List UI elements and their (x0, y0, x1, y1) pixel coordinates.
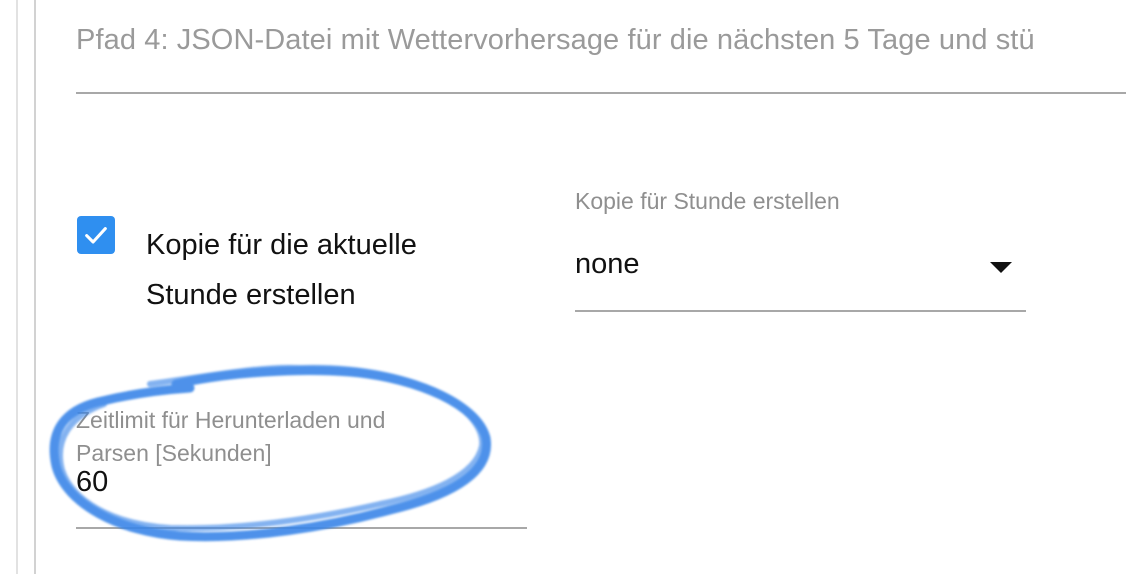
timeout-label: Zeitlimit für Herunterladen und Parsen [… (76, 407, 386, 466)
copy-current-hour-label[interactable]: Kopie für die aktuelle Stunde erstellen (146, 220, 476, 320)
copy-hour-select-label: Kopie für Stunde erstellen (575, 188, 840, 214)
timeout-value[interactable]: 60 (76, 466, 108, 499)
dropdown-arrow-icon[interactable] (990, 262, 1012, 273)
copy-hour-select[interactable]: Kopie für Stunde erstellen none (575, 188, 1026, 313)
timeout-underline (76, 527, 527, 529)
left-border-outer (16, 0, 18, 574)
check-icon (85, 227, 107, 244)
path-4-field[interactable]: Pfad 4: JSON-Datei mit Wettervorhersage … (76, 0, 1126, 95)
copy-hour-select-underline (575, 310, 1026, 312)
timeout-field[interactable]: Zeitlimit für Herunterladen und Parsen [… (76, 404, 527, 530)
path-4-placeholder: Pfad 4: JSON-Datei mit Wettervorhersage … (76, 24, 1035, 56)
left-border-inner (34, 0, 36, 574)
copy-current-hour-checkbox[interactable] (77, 216, 115, 254)
copy-hour-select-value: none (575, 248, 640, 280)
path-4-underline (76, 92, 1126, 94)
